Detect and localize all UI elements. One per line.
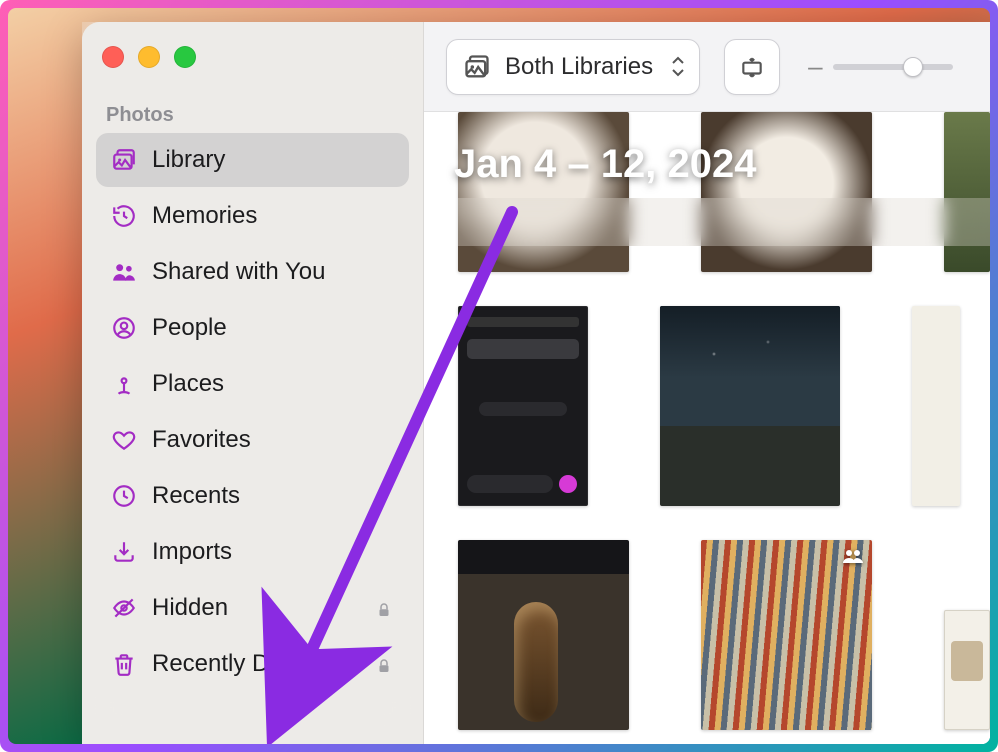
sidebar-item-label: People bbox=[152, 314, 395, 342]
clock-icon bbox=[110, 482, 138, 510]
sidebar: Photos Library Memories Shared with You Peo… bbox=[82, 22, 424, 744]
zoom-window-button[interactable] bbox=[174, 46, 196, 68]
date-range-title: Jan 4 – 12, 2024 bbox=[454, 142, 756, 187]
photo-thumbnail[interactable] bbox=[458, 306, 588, 506]
sidebar-section-label: Photos bbox=[96, 98, 409, 133]
memories-icon bbox=[110, 202, 138, 230]
places-icon bbox=[110, 370, 138, 398]
sidebar-item-import[interactable]: Imports bbox=[96, 525, 409, 579]
zoom-control: – bbox=[808, 51, 952, 82]
sidebar-item-memories[interactable]: Memories bbox=[96, 189, 409, 243]
heart-icon bbox=[110, 426, 138, 454]
library-picker-stepper-icon bbox=[671, 56, 685, 77]
photo-thumbnail[interactable] bbox=[701, 112, 872, 272]
redaction-blur bbox=[458, 198, 990, 246]
main-panel: Both Libraries – bbox=[424, 22, 990, 744]
aspect-ratio-button[interactable] bbox=[724, 39, 780, 95]
sidebar-item-heart[interactable]: Favorites bbox=[96, 413, 409, 467]
photo-thumbnail[interactable] bbox=[912, 306, 960, 506]
hidden-icon bbox=[110, 594, 138, 622]
sidebar-item-hidden[interactable]: Hidden bbox=[96, 581, 409, 635]
sidebar-item-label: Favorites bbox=[152, 426, 395, 454]
photo-thumbnail[interactable] bbox=[944, 112, 990, 272]
photo-thumbnail[interactable] bbox=[458, 112, 629, 272]
sidebar-item-label: Memories bbox=[152, 202, 395, 230]
sidebar-nav: Library Memories Shared with You People Plac… bbox=[96, 133, 409, 691]
sidebar-item-label: Hidden bbox=[152, 594, 361, 622]
import-icon bbox=[110, 538, 138, 566]
sidebar-item-label: Shared with You bbox=[152, 258, 395, 286]
photos-app-window: Photos Library Memories Shared with You Peo… bbox=[82, 22, 990, 744]
photo-thumbnail[interactable] bbox=[701, 540, 872, 730]
library-picker-label: Both Libraries bbox=[505, 53, 653, 81]
photo-thumbnail[interactable] bbox=[458, 540, 629, 730]
photos-icon bbox=[110, 146, 138, 174]
sidebar-item-label: Places bbox=[152, 370, 395, 398]
window-controls bbox=[96, 40, 409, 98]
trash-icon bbox=[110, 650, 138, 678]
photo-thumbnail[interactable] bbox=[944, 610, 990, 730]
photo-grid-area: Jan 4 – 12, 2024 bbox=[424, 112, 990, 744]
sidebar-item-label: Recents bbox=[152, 482, 395, 510]
sidebar-item-people[interactable]: People bbox=[96, 301, 409, 355]
sidebar-item-photos[interactable]: Library bbox=[96, 133, 409, 187]
shared-people-badge-icon bbox=[842, 548, 864, 569]
sidebar-item-trash[interactable]: Recently Del… bbox=[96, 637, 409, 691]
zoom-slider-knob[interactable] bbox=[903, 57, 923, 77]
shared-icon bbox=[110, 258, 138, 286]
sidebar-item-label: Imports bbox=[152, 538, 395, 566]
photo-thumbnail[interactable] bbox=[660, 306, 840, 506]
lock-icon bbox=[375, 598, 395, 618]
lock-icon bbox=[375, 654, 395, 674]
sidebar-item-shared[interactable]: Shared with You bbox=[96, 245, 409, 299]
library-picker-icon bbox=[463, 53, 491, 81]
zoom-slider[interactable] bbox=[833, 64, 953, 70]
sidebar-item-label: Library bbox=[152, 146, 395, 174]
library-picker[interactable]: Both Libraries bbox=[446, 39, 700, 95]
sidebar-item-clock[interactable]: Recents bbox=[96, 469, 409, 523]
sidebar-item-places[interactable]: Places bbox=[96, 357, 409, 411]
people-icon bbox=[110, 314, 138, 342]
minimize-window-button[interactable] bbox=[138, 46, 160, 68]
sidebar-item-label: Recently Del… bbox=[152, 650, 361, 678]
close-window-button[interactable] bbox=[102, 46, 124, 68]
zoom-out-label: – bbox=[808, 51, 822, 82]
toolbar: Both Libraries – bbox=[424, 22, 990, 112]
